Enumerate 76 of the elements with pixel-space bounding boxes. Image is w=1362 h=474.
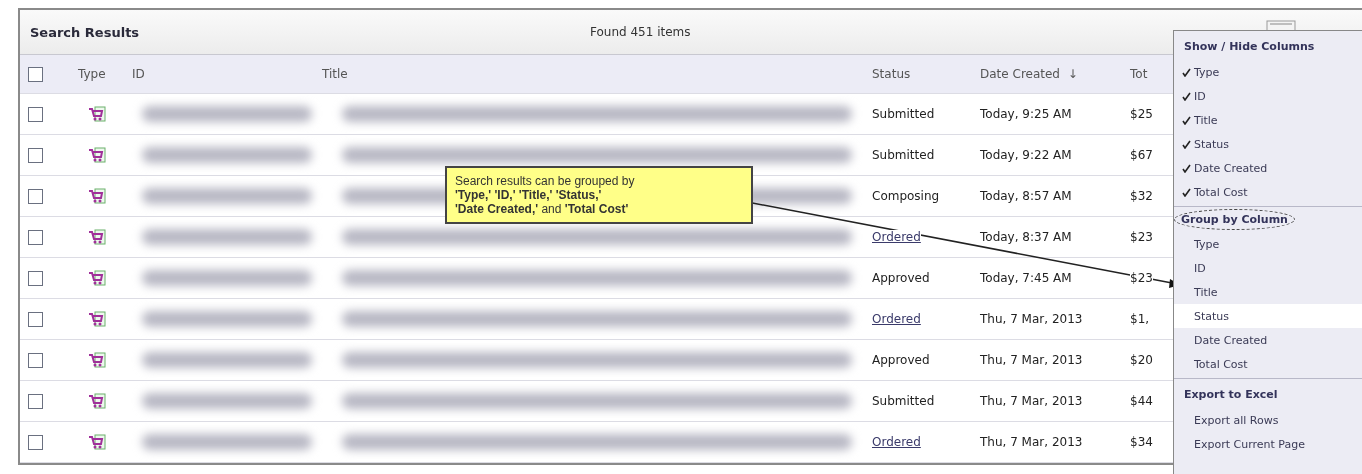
menu-item[interactable]: Type — [1174, 60, 1362, 84]
column-header[interactable]: Type — [78, 67, 132, 81]
row-checkbox[interactable] — [28, 352, 43, 368]
row-checkbox[interactable] — [28, 106, 43, 122]
row-checkbox[interactable] — [28, 229, 43, 245]
date-cell: Thu, 7 Mar, 2013 — [980, 435, 1083, 449]
total-cell: $34 — [1130, 435, 1153, 449]
date-cell: Thu, 7 Mar, 2013 — [980, 312, 1083, 326]
check-icon — [1182, 163, 1191, 173]
total-cell: $25 — [1130, 107, 1153, 121]
column-header[interactable]: Date Created ↓ — [980, 67, 1130, 81]
date-cell: Thu, 7 Mar, 2013 — [980, 394, 1083, 408]
menu-item[interactable]: Date Created — [1174, 156, 1362, 180]
menu-item[interactable]: Export Current Page — [1174, 432, 1362, 456]
status-link[interactable]: Ordered — [872, 312, 921, 326]
menu-item[interactable]: Status — [1174, 304, 1362, 328]
status-cell: Approved — [872, 353, 930, 367]
cart-document-icon — [88, 392, 106, 410]
status-link[interactable]: Ordered — [872, 435, 921, 449]
status-cell: Submitted — [872, 394, 935, 408]
total-cell: $23 — [1130, 271, 1153, 285]
menu-item[interactable]: Export all Rows — [1174, 408, 1362, 432]
date-cell: Thu, 7 Mar, 2013 — [980, 353, 1083, 367]
cart-document-icon — [88, 105, 106, 123]
check-icon — [1182, 115, 1191, 125]
cart-document-icon — [88, 269, 106, 287]
menu-item[interactable]: ID — [1174, 256, 1362, 280]
callout-note: Search results can be grouped by 'Type,' 'ID,' 'Title,' 'Status,' 'Date Created,' and 'Total Cost' — [445, 166, 753, 224]
column-header[interactable]: ID — [132, 67, 322, 81]
date-cell: Today, 8:57 AM — [980, 189, 1072, 203]
status-cell: Submitted — [872, 107, 935, 121]
column-header[interactable]: Status — [872, 67, 980, 81]
row-checkbox[interactable] — [28, 434, 43, 450]
cart-document-icon — [88, 146, 106, 164]
date-cell: Today, 8:37 AM — [980, 230, 1072, 244]
cart-document-icon — [88, 187, 106, 205]
date-cell: Today, 7:45 AM — [980, 271, 1072, 285]
result-count: Found 451 items — [590, 25, 691, 39]
column-header[interactable]: Title — [322, 67, 872, 81]
check-icon — [1182, 187, 1191, 197]
total-cell: $23 — [1130, 230, 1153, 244]
menu-item[interactable]: Status — [1174, 132, 1362, 156]
menu-item[interactable]: Date Created — [1174, 328, 1362, 352]
menu-item[interactable]: Title — [1174, 108, 1362, 132]
date-cell: Today, 9:25 AM — [980, 107, 1072, 121]
row-checkbox[interactable] — [28, 147, 43, 163]
row-checkbox[interactable] — [28, 311, 43, 327]
date-cell: Today, 9:22 AM — [980, 148, 1072, 162]
cart-document-icon — [88, 433, 106, 451]
total-cell: $1, — [1130, 312, 1150, 326]
status-cell: Composing — [872, 189, 940, 203]
status-link[interactable]: Ordered — [872, 230, 921, 244]
menu-item[interactable]: ID — [1174, 84, 1362, 108]
status-cell: Approved — [872, 271, 930, 285]
status-cell: Submitted — [872, 148, 935, 162]
cart-document-icon — [88, 310, 106, 328]
menu-item[interactable]: Total Cost — [1174, 180, 1362, 204]
menu-item[interactable]: Title — [1174, 280, 1362, 304]
row-checkbox[interactable] — [28, 188, 43, 204]
total-cell: $44 — [1130, 394, 1153, 408]
check-icon — [1182, 67, 1191, 77]
cart-document-icon — [88, 228, 106, 246]
row-checkbox[interactable] — [28, 393, 43, 409]
menu-item[interactable]: Type — [1174, 232, 1362, 256]
menu-section-title: Export to Excel — [1184, 387, 1278, 403]
check-icon — [1182, 91, 1191, 101]
panel-title: Search Results — [30, 24, 141, 40]
total-cell: $32 — [1130, 189, 1153, 203]
select-all-checkbox[interactable] — [28, 66, 43, 82]
total-cell: $20 — [1130, 353, 1153, 367]
check-icon — [1182, 139, 1191, 149]
row-checkbox[interactable] — [28, 270, 43, 286]
menu-section-title: Show / Hide Columns — [1184, 39, 1315, 55]
total-cell: $67 — [1130, 148, 1153, 162]
menu-item[interactable]: Total Cost — [1174, 352, 1362, 376]
cart-document-icon — [88, 351, 106, 369]
